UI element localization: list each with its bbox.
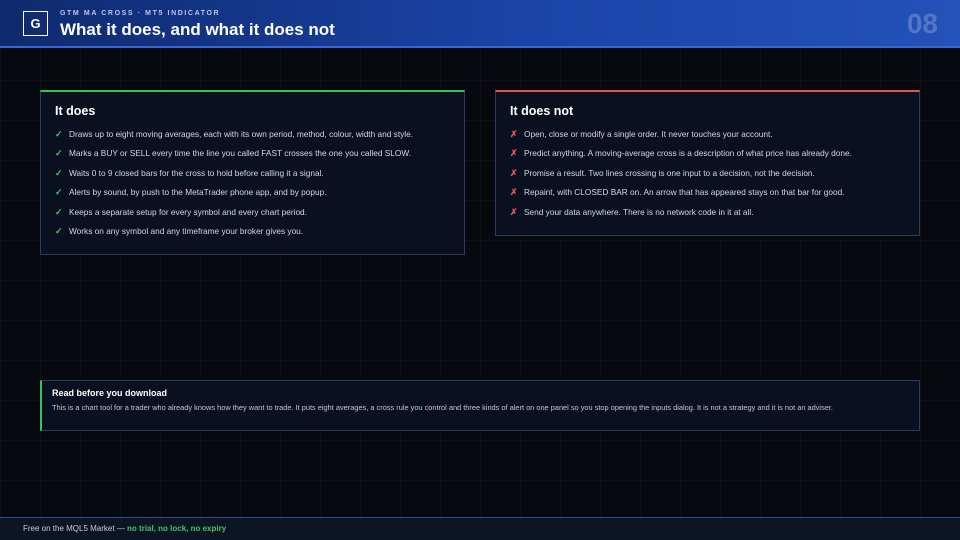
footer-bar: Free on the MQL5 Market — no trial, no l…: [0, 517, 960, 540]
list-item-text: Alerts by sound, by push to the MetaTrad…: [69, 187, 327, 198]
list-item: ✗ Repaint, with CLOSED BAR on. An arrow t…: [510, 187, 909, 206]
list-item: ✓ Waits 0 to 9 closed bars for the cross …: [55, 168, 454, 187]
footer-accent: no trial, no lock, no expiry: [127, 524, 227, 533]
list-item: ✗ Open, close or modify a single order. I…: [510, 129, 909, 148]
list-item: ✓ Draws up to eight moving averages, each…: [55, 129, 454, 148]
list-item: ✓ Marks a BUY or SELL every time the line…: [55, 148, 454, 167]
check-icon: ✓: [55, 225, 63, 236]
cross-icon: ✗: [510, 206, 518, 217]
list-item-text: Waits 0 to 9 closed bars for the cross t…: [69, 167, 324, 178]
cross-icon: ✗: [510, 129, 518, 139]
list-item: ✓ Works on any symbol and any timeframe y…: [55, 226, 454, 245]
list-item: ✗ Promise a result. Two lines crossing is…: [510, 168, 909, 187]
check-icon: ✓: [55, 187, 63, 198]
it-does-not-card: It does not ✗ Open, close or modify a sin…: [495, 90, 920, 236]
slide-number: 08: [906, 8, 938, 39]
check-icon: ✓: [55, 129, 63, 139]
check-icon: ✓: [55, 167, 63, 178]
list-item-text: Draws up to eight moving averages, each …: [69, 129, 414, 139]
logo: G: [23, 11, 48, 36]
it-does-not-title: It does not: [510, 104, 574, 118]
list-item-text: Repaint, with CLOSED BAR on. An arrow th…: [524, 187, 845, 198]
note-body: This is a chart tool for a trader who al…: [52, 403, 833, 412]
list-item-text: Works on any symbol and any timeframe yo…: [69, 225, 304, 236]
list-item-text: Send your data anywhere. There is no net…: [524, 206, 754, 217]
cross-icon: ✗: [510, 187, 518, 198]
note-title: Read before you download: [52, 388, 168, 398]
list-item-text: Promise a result. Two lines crossing is …: [524, 167, 815, 178]
list-item-text: Predict anything. A moving-average cross…: [524, 148, 852, 159]
list-item: ✗ Predict anything. A moving-average cros…: [510, 148, 909, 167]
list-item-text: Keeps a separate setup for every symbol …: [69, 206, 307, 217]
it-does-list: ✓ Draws up to eight moving averages, each…: [55, 129, 454, 245]
footer-text: Free on the MQL5 Market —: [23, 524, 128, 533]
download-note: Read before you download This is a chart…: [40, 380, 920, 431]
check-icon: ✓: [55, 206, 63, 217]
list-item: ✗ Send your data anywhere. There is no ne…: [510, 207, 909, 226]
page-title: What it does, and what it does not: [60, 20, 335, 39]
cross-icon: ✗: [510, 167, 518, 178]
list-item-text: Open, close or modify a single order. It…: [524, 129, 773, 139]
it-does-card: It does ✓ Draws up to eight moving averag…: [40, 90, 465, 255]
cross-icon: ✗: [510, 148, 518, 159]
list-item-text: Marks a BUY or SELL every time the line …: [69, 148, 412, 159]
list-item: ✓ Keeps a separate setup for every symbol…: [55, 207, 454, 226]
header-bar: G GTM MA CROSS · MT5 INDICATOR What it d…: [0, 0, 960, 48]
header-kicker: GTM MA CROSS · MT5 INDICATOR: [60, 10, 221, 17]
it-does-title: It does: [55, 104, 96, 118]
list-item: ✓ Alerts by sound, by push to the MetaTra…: [55, 187, 454, 206]
check-icon: ✓: [55, 148, 63, 159]
it-does-not-list: ✗ Open, close or modify a single order. I…: [510, 129, 909, 226]
